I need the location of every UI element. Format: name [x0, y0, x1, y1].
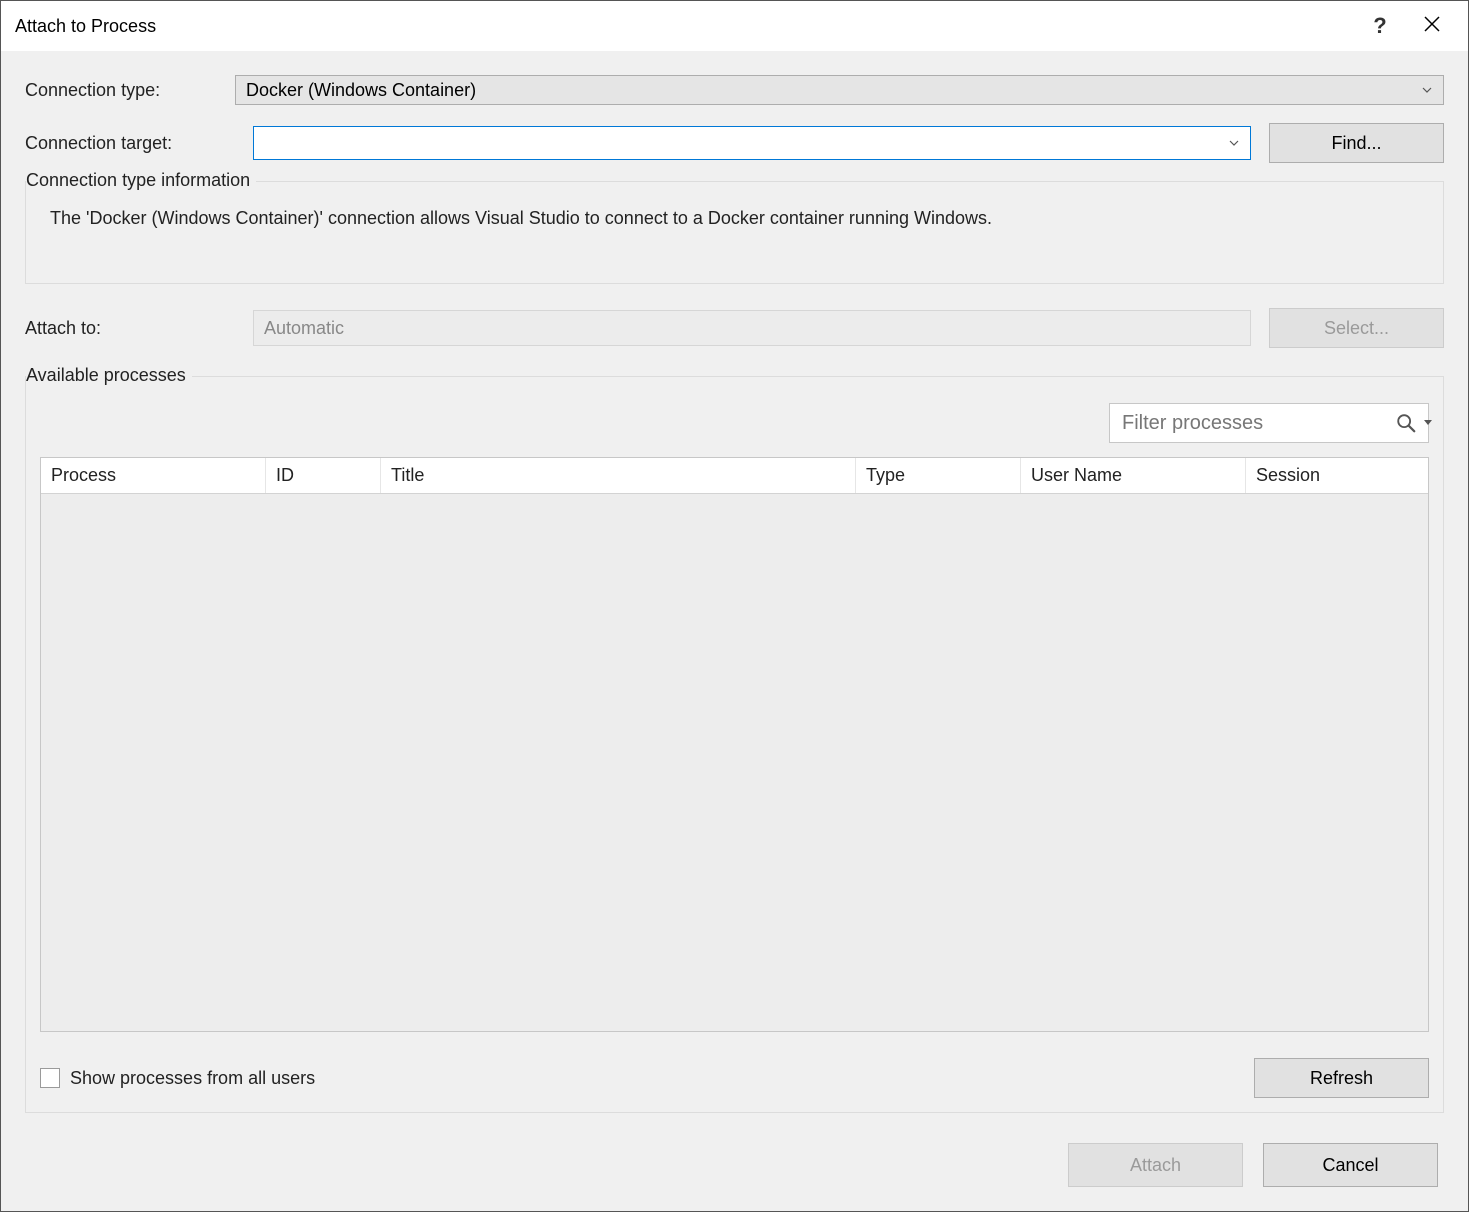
connection-target-row: Connection target: Find...: [25, 123, 1444, 163]
connection-type-info-text: The 'Docker (Windows Container)' connect…: [40, 204, 1429, 269]
attach-button-label: Attach: [1130, 1155, 1181, 1176]
dialog-footer: Attach Cancel: [25, 1143, 1444, 1187]
show-all-users-label: Show processes from all users: [70, 1068, 315, 1089]
connection-target-input[interactable]: [254, 127, 1250, 159]
connection-type-value: Docker (Windows Container): [246, 80, 476, 101]
col-type[interactable]: Type: [856, 458, 1021, 493]
connection-type-row: Connection type: Docker (Windows Contain…: [25, 75, 1444, 105]
connection-target-label: Connection target:: [25, 133, 235, 154]
dialog-body: Connection type: Docker (Windows Contain…: [1, 51, 1468, 1211]
show-all-users-row: Show processes from all users: [40, 1068, 315, 1089]
filter-dropdown-icon[interactable]: [1423, 414, 1433, 432]
table-header: Process ID Title Type User Name Session: [41, 458, 1428, 494]
close-icon: [1424, 15, 1440, 38]
refresh-button[interactable]: Refresh: [1254, 1058, 1429, 1098]
available-processes-group: Available processes Process ID Title: [25, 376, 1444, 1113]
help-button[interactable]: ?: [1354, 6, 1406, 46]
titlebar: Attach to Process ?: [1, 1, 1468, 51]
cancel-button-label: Cancel: [1322, 1155, 1378, 1176]
connection-type-info-heading: Connection type information: [26, 170, 256, 191]
attach-to-label: Attach to:: [25, 318, 235, 339]
cancel-button[interactable]: Cancel: [1263, 1143, 1438, 1187]
below-table-row: Show processes from all users Refresh: [40, 1058, 1429, 1098]
col-title[interactable]: Title: [381, 458, 856, 493]
available-processes-heading: Available processes: [26, 365, 192, 386]
attach-button: Attach: [1068, 1143, 1243, 1187]
attach-to-value: Automatic: [264, 318, 344, 339]
close-button[interactable]: [1406, 6, 1458, 46]
filter-processes-input[interactable]: [1120, 404, 1389, 442]
attach-to-row: Attach to: Automatic Select...: [25, 308, 1444, 348]
connection-type-label: Connection type:: [25, 80, 235, 101]
col-id[interactable]: ID: [266, 458, 381, 493]
connection-type-select[interactable]: Docker (Windows Container): [235, 75, 1444, 105]
processes-table[interactable]: Process ID Title Type User Name Session: [40, 457, 1429, 1032]
refresh-button-label: Refresh: [1310, 1068, 1373, 1089]
filter-processes-box[interactable]: [1109, 403, 1429, 443]
table-body-empty: [41, 494, 1428, 1031]
chevron-down-icon: [1421, 84, 1433, 96]
filter-row: [40, 403, 1429, 443]
select-button-label: Select...: [1324, 318, 1389, 339]
find-button-label: Find...: [1331, 133, 1381, 154]
col-session[interactable]: Session: [1246, 458, 1428, 493]
col-process[interactable]: Process: [41, 458, 266, 493]
col-user-name[interactable]: User Name: [1021, 458, 1246, 493]
window-title: Attach to Process: [15, 16, 1354, 37]
search-icon[interactable]: [1395, 412, 1417, 434]
select-button: Select...: [1269, 308, 1444, 348]
attach-to-field: Automatic: [253, 310, 1251, 346]
connection-type-info-group: Connection type information The 'Docker …: [25, 181, 1444, 284]
chevron-down-icon[interactable]: [1228, 137, 1240, 149]
show-all-users-checkbox[interactable]: [40, 1068, 60, 1088]
attach-to-process-dialog: Attach to Process ? Connection type: Doc…: [0, 0, 1469, 1212]
connection-target-combo[interactable]: [253, 126, 1251, 160]
find-button[interactable]: Find...: [1269, 123, 1444, 163]
